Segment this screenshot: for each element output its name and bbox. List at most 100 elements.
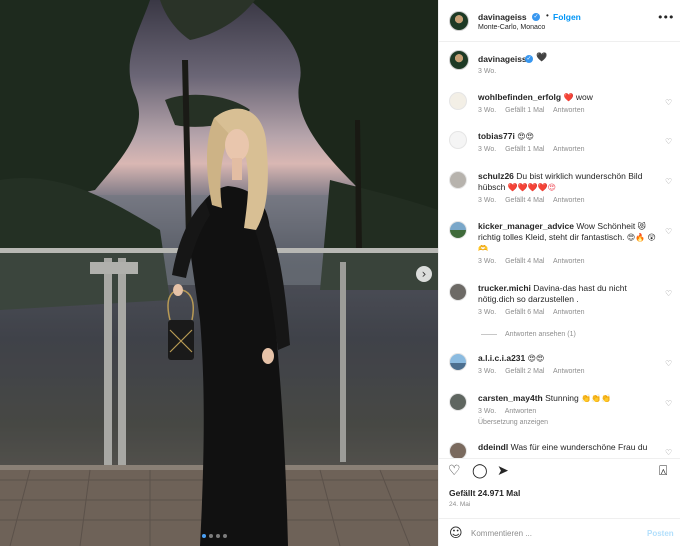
heart-icon[interactable]: ♡ — [665, 359, 672, 368]
post-header: davinageiss ✓ • Folgen Monte-Carlo, Mona… — [439, 0, 680, 42]
comment-text: schulz26 Du bist wirklich wunderschön Bi… — [478, 171, 660, 193]
reply-button[interactable]: Antworten — [553, 107, 585, 114]
carousel-dot — [209, 534, 213, 538]
comment-icon[interactable]: ◯ — [472, 463, 488, 479]
author-username[interactable]: davinageiss — [478, 12, 527, 22]
chevron-right-icon[interactable]: › — [416, 266, 432, 282]
likes-count[interactable]: Gefällt 24.971 Mal — [449, 488, 520, 498]
comment-body: Was für eine wunderschöne Frau du — [510, 442, 648, 452]
action-bar: ♡ ◯ ➤ ⍓ Gefällt 24.971 Mal 24. Mai — [439, 458, 680, 516]
comment-text: a.l.i.c.i.a231 😍😍 — [478, 353, 660, 364]
comment-username[interactable]: schulz26 — [478, 171, 514, 181]
likes-count[interactable]: Gefällt 4 Mal — [505, 197, 544, 204]
caption-username[interactable]: davinageiss — [478, 54, 527, 64]
time-label: 3 Wo. — [478, 408, 497, 415]
likes-count[interactable]: Gefällt 1 Mal — [505, 146, 544, 153]
post-button[interactable]: Posten — [647, 529, 674, 538]
comment-input[interactable] — [471, 525, 631, 541]
comment-emoji: ❤️ — [563, 93, 574, 102]
post-photo[interactable]: › — [0, 0, 438, 546]
comment-emoji: 😻 — [637, 222, 646, 231]
comment-username[interactable]: carsten_may4th — [478, 393, 543, 403]
heart-icon[interactable]: ♡ — [665, 448, 672, 457]
time-label: 3 Wo. — [478, 146, 497, 153]
avatar[interactable] — [449, 11, 469, 31]
post-date: 24. Mai — [449, 501, 471, 508]
avatar[interactable] — [449, 283, 467, 301]
time-label: 3 Wo. — [478, 368, 497, 375]
reply-button[interactable]: Antworten — [505, 408, 537, 415]
translate-link[interactable]: Übersetzung anzeigen — [478, 419, 555, 426]
comment-text: carsten_may4th Stunning 👏👏👏 — [478, 393, 660, 404]
avatar[interactable] — [449, 131, 467, 149]
time-label: 3 Wo. — [478, 309, 497, 316]
separator-dot: • — [546, 11, 549, 20]
avatar[interactable] — [449, 393, 467, 411]
location-link[interactable]: Monte-Carlo, Monaco — [478, 24, 545, 31]
reply-button[interactable]: Antworten — [553, 197, 585, 204]
avatar[interactable] — [449, 171, 467, 189]
heart-icon[interactable]: ♡ — [665, 227, 672, 236]
comment-username[interactable]: tobias77i — [478, 131, 515, 141]
comment-username[interactable]: ddeindl — [478, 442, 508, 452]
heart-icon[interactable]: ♡ — [665, 399, 672, 408]
comment-composer: ☺ Posten — [439, 518, 680, 546]
likes-count[interactable]: Gefällt 6 Mal — [505, 309, 544, 316]
comment-username[interactable]: kicker_manager_advice — [478, 221, 574, 231]
caption-emoji: 🖤 — [536, 53, 548, 63]
comment-emoji: 👏👏👏 — [581, 394, 611, 403]
comment-meta: 3 Wo. Gefällt 1 Mal Antworten — [478, 146, 592, 153]
verified-badge-icon: ✓ — [532, 13, 540, 21]
more-horizontal-icon[interactable]: ••• — [657, 11, 674, 24]
heart-icon[interactable]: ♡ — [665, 289, 672, 298]
comment-meta: 3 Wo. Gefällt 2 Mal Antworten — [478, 368, 592, 375]
comment-meta: 3 Wo. Gefällt 6 Mal Antworten — [478, 309, 592, 316]
comment-meta: 3 Wo. Gefällt 1 Mal Antworten — [478, 107, 592, 114]
time-label: 3 Wo. — [478, 197, 497, 204]
caption-time: 3 Wo. — [478, 68, 503, 75]
reply-button[interactable]: Antworten — [553, 368, 585, 375]
likes-count[interactable]: Gefällt 2 Mal — [505, 368, 544, 375]
comment-body: richtig tolles Kleid, steht dir fantasti… — [478, 232, 625, 242]
heart-icon[interactable]: ♡ — [665, 177, 672, 186]
heart-icon[interactable]: ♡ — [665, 98, 672, 107]
comment-text: kicker_manager_advice Wow Schönheit 😻 ri… — [478, 221, 660, 254]
comment-username[interactable]: a.l.i.c.i.a231 — [478, 353, 525, 363]
time-label: 3 Wo. — [478, 68, 497, 75]
comment-meta: 3 Wo. Antworten — [478, 408, 543, 415]
comment-text: ddeindl Was für eine wunderschöne Frau d… — [478, 442, 660, 453]
divider — [481, 333, 497, 335]
comment-username[interactable]: trucker.michi — [478, 283, 531, 293]
comment-emoji: 😍😍 — [517, 132, 534, 141]
carousel-dot — [202, 534, 206, 538]
comment-text: wohlbefinden_erfolg ❤️ wow — [478, 92, 660, 103]
avatar[interactable] — [449, 50, 469, 70]
avatar[interactable] — [449, 353, 467, 371]
heart-icon[interactable]: ♡ — [665, 137, 672, 146]
emoji-icon[interactable]: ☺ — [449, 526, 463, 541]
comment-text: trucker.michi Davina-das hast du nicht n… — [478, 283, 660, 305]
avatar[interactable] — [449, 92, 467, 110]
reply-button[interactable]: Antworten — [553, 146, 585, 153]
follow-button[interactable]: Folgen — [553, 12, 581, 22]
heart-icon[interactable]: ♡ — [448, 463, 461, 479]
reply-button[interactable]: Antworten — [553, 258, 585, 265]
comment-emoji: 😍🔥 — [626, 233, 646, 242]
reply-button[interactable]: Antworten — [553, 309, 585, 316]
post-details-panel: davinageiss ✓ • Folgen Monte-Carlo, Mona… — [438, 0, 680, 546]
avatar[interactable] — [449, 221, 467, 239]
carousel-dot — [216, 534, 220, 538]
view-replies-button[interactable]: Antworten ansehen (1) — [481, 331, 576, 338]
comment-username[interactable]: wohlbefinden_erfolg — [478, 92, 561, 102]
comment-body: wow — [575, 92, 593, 102]
carousel-indicator — [202, 534, 227, 538]
time-label: 3 Wo. — [478, 258, 497, 265]
carousel-dot — [223, 534, 227, 538]
share-icon[interactable]: ➤ — [497, 463, 509, 479]
likes-count[interactable]: Gefällt 4 Mal — [505, 258, 544, 265]
bookmark-icon[interactable]: ⍓ — [659, 463, 667, 479]
time-label: 3 Wo. — [478, 107, 497, 114]
comment-body: Wow Schönheit — [576, 221, 636, 231]
translate-label: Übersetzung anzeigen — [478, 419, 549, 426]
likes-count[interactable]: Gefällt 1 Mal — [505, 107, 544, 114]
